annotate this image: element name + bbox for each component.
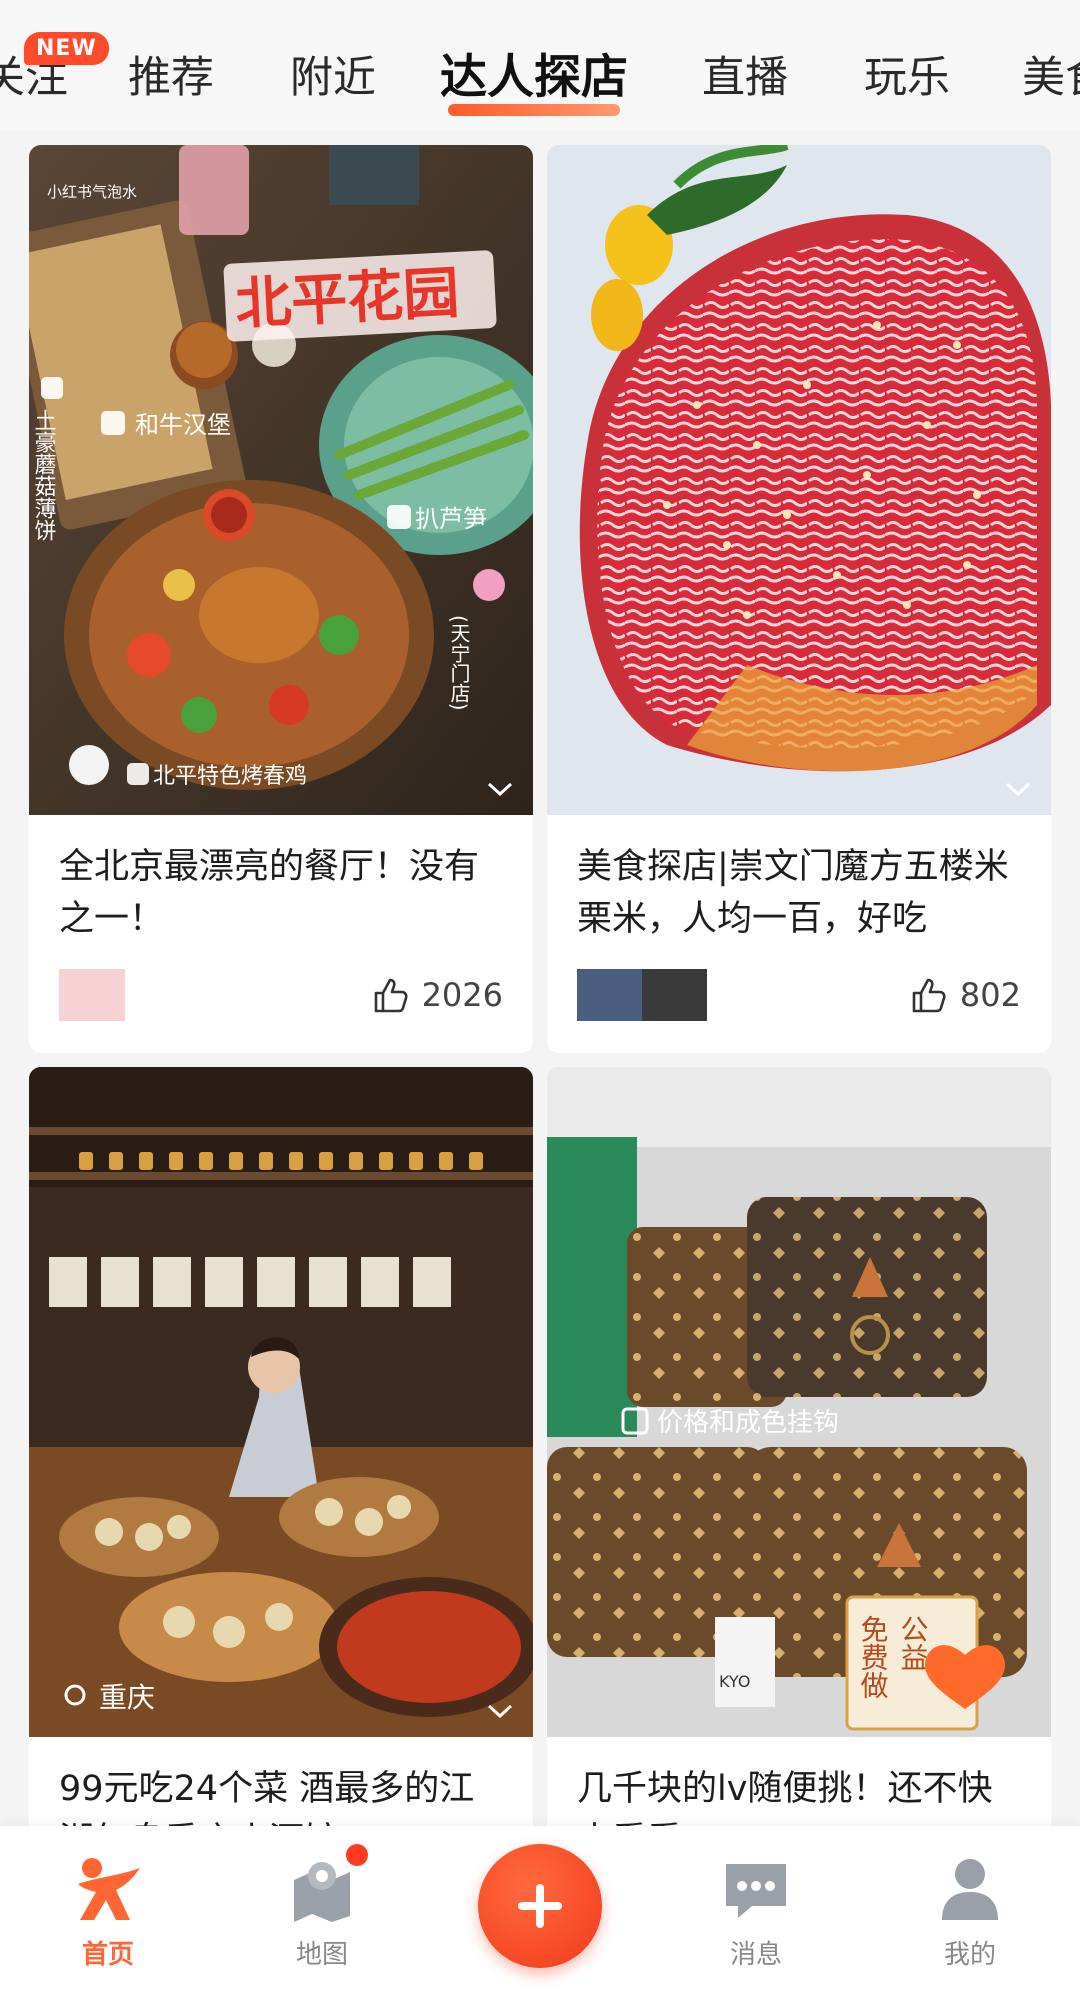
message-icon [726,1864,786,1918]
tag-notice: (天宁门店) [447,615,471,711]
chevron-down-icon[interactable] [485,1701,515,1721]
top-tab-bar: 关注 NEW 推荐 附近 达人探店 直播 玩乐 美食 [0,0,1080,130]
thumbs-up-icon [912,978,946,1013]
notification-dot [346,1844,368,1866]
like-count: 2026 [421,976,503,1014]
wagyu-beef-photo [547,145,1051,815]
like-button[interactable]: 802 [908,969,1021,1021]
tab-live[interactable]: 直播 [702,48,788,108]
price-condition-caption: 价格和成色挂钩 [657,1408,839,1438]
like-button[interactable]: 2026 [370,969,503,1021]
card-image [547,145,1051,815]
profile-icon [942,1859,998,1920]
tab-play[interactable]: 玩乐 [864,48,950,108]
tag-vertical: 土豪蘑菇薄饼 [31,409,57,541]
card-title: 美食探店|崇文门魔方五楼米栗米，人均一百，好吃 [577,847,1009,939]
card-image: 重庆 [29,1067,533,1737]
card-image: 小红书气泡水 北平花园 和牛汉堡 扒芦笋 土豪蘑菇薄饼 (天宁门店) 北平特色烤… [29,145,533,815]
location-tag: 重庆 [99,1681,155,1714]
nav-home[interactable]: 首页 [38,1850,178,1971]
restaurant-food-photo: 小红书气泡水 北平花园 和牛汉堡 扒芦笋 土豪蘑菇薄饼 (天宁门店) 北平特色烤… [29,145,533,815]
nav-profile[interactable]: 我的 [900,1850,1040,1971]
card-meta: 802 [577,965,1021,1023]
nav-messages[interactable]: 消息 [686,1850,826,1971]
plus-icon [518,1884,562,1928]
card-meta: 2026 [59,965,503,1023]
tag-asparagus: 扒芦笋 [415,505,487,533]
charity-stamp-line1: 免费做 [857,1615,890,1699]
tab-expert-visits-label: 达人探店 [440,50,628,105]
chevron-down-icon[interactable] [1003,779,1033,799]
feed-card[interactable]: 小红书气泡水 北平花园 和牛汉堡 扒芦笋 土豪蘑菇薄饼 (天宁门店) 北平特色烤… [29,145,533,1053]
avatar[interactable] [577,969,707,1021]
tag-label: KYO [719,1672,750,1691]
active-tab-indicator [448,104,620,116]
feed-card[interactable]: 美食探店|崇文门魔方五楼米栗米，人均一百，好吃 802 [547,145,1051,1053]
restaurant-name-overlay: 北平花园 [234,261,461,338]
nav-messages-label: 消息 [729,1940,782,1970]
charity-stamp-line2: 公益 [897,1615,930,1671]
tab-food[interactable]: 美食 [1022,48,1080,108]
card-title: 全北京最漂亮的餐厅！没有之一！ [59,847,480,939]
nav-profile-label: 我的 [943,1940,996,1970]
thumbs-up-icon [374,978,408,1013]
avatar[interactable] [59,969,125,1021]
nav-map[interactable]: 地图 [252,1850,392,1971]
nav-home-label: 首页 [81,1940,134,1970]
tab-expert-visits[interactable]: 达人探店 [440,48,628,116]
handbags-photo: KYO 价格和成色挂钩 免费做 公益 [547,1067,1051,1737]
bottom-nav: 首页 地图 消息 我的 [0,1826,1080,2014]
card-image: KYO 价格和成色挂钩 免费做 公益 [547,1067,1051,1737]
add-post-button[interactable] [478,1844,602,1968]
home-person-icon [78,1858,140,1920]
tag-chicken: 北平特色烤春鸡 [153,764,307,789]
like-count: 802 [959,976,1021,1014]
nav-map-label: 地图 [295,1940,348,1970]
tag-burger: 和牛汉堡 [135,411,231,439]
new-badge: NEW [24,32,109,65]
tab-recommend[interactable]: 推荐 [128,48,214,108]
tab-nearby[interactable]: 附近 [290,48,376,108]
watermark-text: 小红书气泡水 [47,183,137,201]
chevron-down-icon[interactable] [485,779,515,799]
tavern-dinner-photo: 重庆 [29,1067,533,1737]
